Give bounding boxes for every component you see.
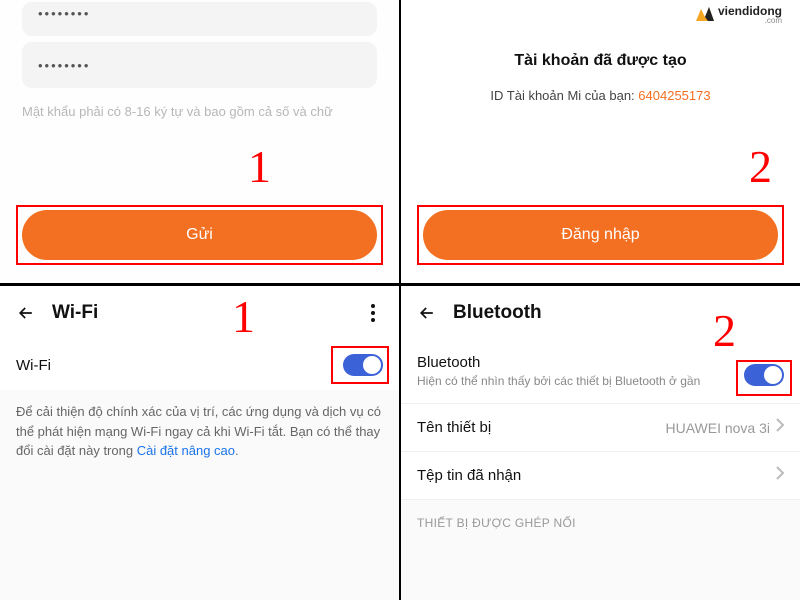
wifi-desc-post: . xyxy=(235,443,239,458)
wifi-row-label: Wi-Fi xyxy=(16,357,343,374)
watermark-text: viendidong.com xyxy=(718,4,782,24)
password-field-2[interactable]: •••••••• xyxy=(22,42,377,88)
panel-bluetooth-settings: Bluetooth Bluetooth Hiện có thể nhìn thấ… xyxy=(401,286,800,600)
device-name-value: HUAWEI nova 3i xyxy=(665,420,770,436)
chevron-right-icon xyxy=(776,466,784,485)
received-files-row[interactable]: Tệp tin đã nhận xyxy=(401,452,800,500)
wifi-header: Wi-Fi xyxy=(0,286,399,340)
device-name-label: Tên thiết bị xyxy=(417,419,665,436)
mi-id-label: ID Tài khoản Mi của bạn: xyxy=(490,88,638,103)
wifi-description: Để cải thiện độ chính xác của vị trí, cá… xyxy=(0,390,399,473)
login-highlight: Đăng nhập xyxy=(417,205,784,265)
back-icon[interactable] xyxy=(14,301,38,325)
received-files-label: Tệp tin đã nhận xyxy=(417,467,776,484)
submit-highlight: Gửi xyxy=(16,205,383,265)
bluetooth-toggle-highlight xyxy=(736,360,792,396)
wifi-header-title: Wi-Fi xyxy=(52,302,347,324)
panel-create-password: •••••••• •••••••• Mật khẩu phải có 8-16 … xyxy=(0,0,399,283)
login-button[interactable]: Đăng nhập xyxy=(423,210,778,260)
bluetooth-row-sub: Hiện có thể nhìn thấy bởi các thiết bị B… xyxy=(417,373,744,389)
panel-wifi-settings: Wi-Fi Wi-Fi 1 Để cải thiện độ chính xác … xyxy=(0,286,399,600)
panel-account-created: viendidong.com Tài khoản đã được tạo ID … xyxy=(401,0,800,283)
more-icon[interactable] xyxy=(361,301,385,325)
mi-id-line: ID Tài khoản Mi của bạn: 6404255173 xyxy=(423,88,778,103)
bluetooth-header-title: Bluetooth xyxy=(453,302,786,324)
logo-icon xyxy=(696,7,714,21)
account-created-title: Tài khoản đã được tạo xyxy=(423,52,778,70)
paired-devices-section: THIẾT BỊ ĐƯỢC GHÉP NỐI xyxy=(401,500,800,536)
step-number: 1 xyxy=(232,290,255,343)
password-field-1[interactable]: •••••••• xyxy=(22,2,377,36)
bluetooth-row-label: Bluetooth xyxy=(417,354,744,371)
step-number: 2 xyxy=(713,304,736,357)
advanced-settings-link[interactable]: Cài đặt nâng cao xyxy=(137,443,235,458)
chevron-right-icon xyxy=(776,418,784,437)
step-number: 1 xyxy=(248,140,271,193)
mi-id-value: 6404255173 xyxy=(638,88,710,103)
step-number: 2 xyxy=(749,140,772,193)
back-icon[interactable] xyxy=(415,301,439,325)
device-name-row[interactable]: Tên thiết bị HUAWEI nova 3i xyxy=(401,404,800,452)
submit-button[interactable]: Gửi xyxy=(22,210,377,260)
password-hint: Mật khẩu phải có 8-16 ký tự và bao gồm c… xyxy=(22,102,377,122)
bluetooth-header: Bluetooth xyxy=(401,286,800,340)
wifi-toggle-highlight xyxy=(331,346,389,384)
watermark-logo: viendidong.com xyxy=(696,4,782,24)
